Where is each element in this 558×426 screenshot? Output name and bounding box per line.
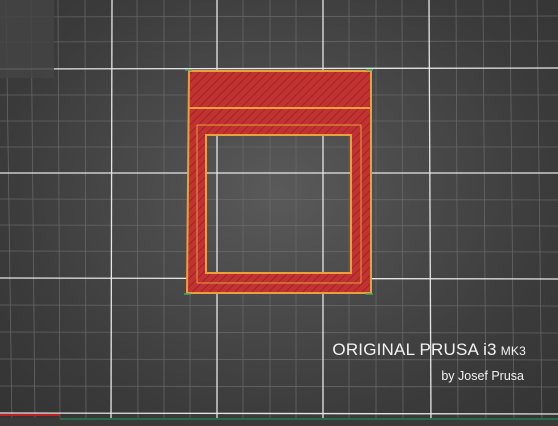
3d-viewport[interactable]: ORIGINAL PRUSA i3 MK3 by Josef Prusa: [0, 0, 558, 426]
model-object[interactable]: [184, 69, 373, 295]
major-grid: [0, 0, 558, 426]
print-bed-grid: [0, 0, 558, 426]
bed-corner-shade: [0, 0, 54, 78]
fine-grid: [0, 0, 558, 426]
x-axis-indicator: [0, 414, 60, 416]
y-axis-indicator: [60, 418, 558, 420]
